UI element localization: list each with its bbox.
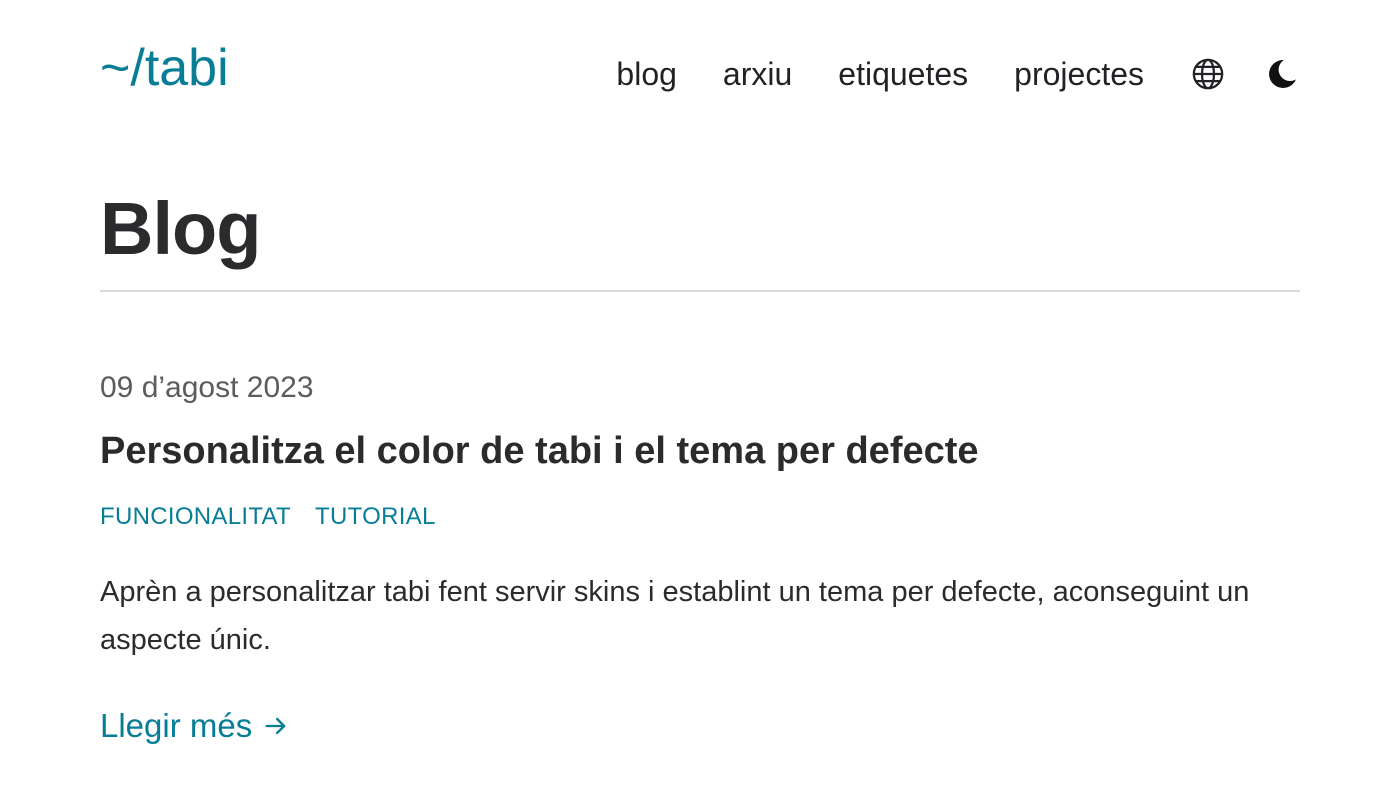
globe-icon[interactable] xyxy=(1190,56,1226,92)
nav-link-blog[interactable]: blog xyxy=(616,50,677,98)
read-more-label: Llegir més xyxy=(100,707,253,744)
post-date: 09 d’agost 2023 xyxy=(100,371,314,404)
site-header: ~/tabi blog arxiu etiquetes projectes xyxy=(100,0,1300,140)
post-summary: Aprèn a personalitzar tabi fent servir s… xyxy=(100,576,1250,656)
page-title: Blog xyxy=(100,187,261,270)
post-list-item: 09 d’agost 2023 Personalitza el color de… xyxy=(100,366,1300,748)
main-nav: blog arxiu etiquetes projectes xyxy=(616,50,1300,98)
nav-link-tags[interactable]: etiquetes xyxy=(838,50,968,98)
read-more-link[interactable]: Llegir més xyxy=(100,704,290,748)
nav-link-projects[interactable]: projectes xyxy=(1014,50,1144,98)
arrow-right-icon xyxy=(262,712,290,740)
post-title-link[interactable]: Personalitza el color de tabi i el tema … xyxy=(100,426,1300,476)
post-tags: FUNCIONALITAT TUTORIAL xyxy=(100,500,1300,534)
moon-icon[interactable] xyxy=(1264,56,1300,92)
title-divider xyxy=(100,290,1300,292)
tag-tutorial[interactable]: TUTORIAL xyxy=(315,500,436,534)
tag-funcionalitat[interactable]: FUNCIONALITAT xyxy=(100,500,291,534)
page: ~/tabi blog arxiu etiquetes projectes Bl… xyxy=(0,0,1400,800)
nav-link-archive[interactable]: arxiu xyxy=(723,50,792,98)
site-logo[interactable]: ~/tabi xyxy=(100,38,229,98)
